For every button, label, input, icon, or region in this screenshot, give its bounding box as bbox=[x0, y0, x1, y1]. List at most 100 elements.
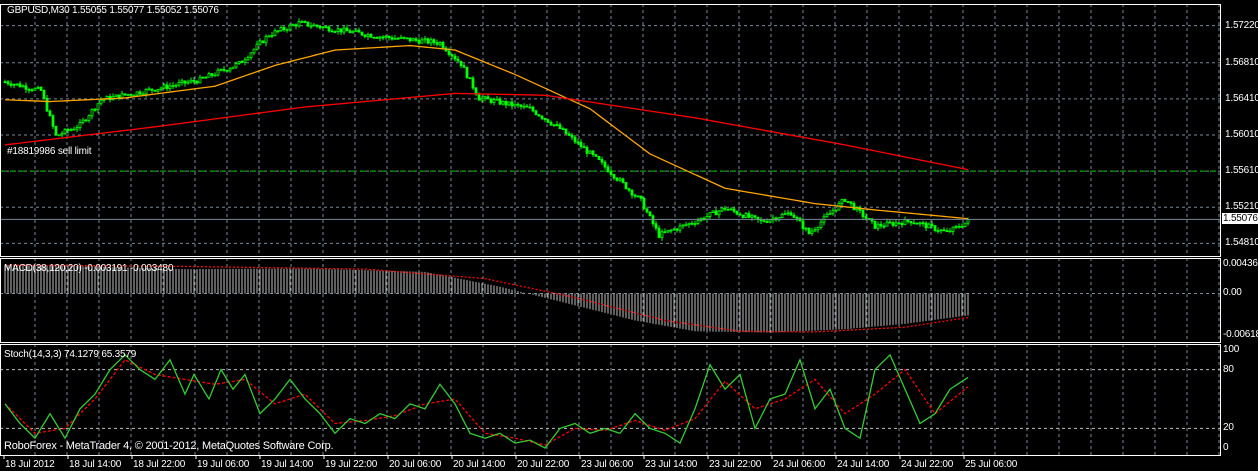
candle-body bbox=[882, 225, 886, 228]
candle-body bbox=[378, 36, 382, 39]
candle-body bbox=[369, 34, 373, 38]
candle-body bbox=[552, 124, 556, 127]
candle-body bbox=[324, 26, 328, 29]
candle-body bbox=[321, 26, 325, 29]
candle-body bbox=[318, 25, 322, 29]
macd-label: MACD(38,120,20) -0.003191 -0.003480 bbox=[4, 263, 174, 274]
candle-body bbox=[708, 212, 712, 217]
candle-body bbox=[240, 61, 244, 63]
candle-body bbox=[36, 86, 40, 89]
candle-body bbox=[219, 68, 223, 71]
candle-body bbox=[507, 101, 511, 106]
candle-body bbox=[75, 127, 79, 130]
candle-body bbox=[348, 30, 352, 34]
chart-canvas[interactable] bbox=[0, 0, 1258, 471]
candle-body bbox=[18, 83, 22, 88]
candle-body bbox=[816, 227, 820, 231]
candle-body bbox=[660, 231, 664, 238]
candle-body bbox=[270, 34, 274, 37]
candle-body bbox=[843, 199, 847, 202]
candle-body bbox=[453, 55, 457, 60]
candle-body bbox=[936, 230, 940, 232]
current-price-label: 1.55076 bbox=[1222, 213, 1258, 225]
candle-body bbox=[741, 214, 745, 218]
candle-body bbox=[366, 34, 370, 37]
candle-body bbox=[534, 110, 538, 116]
candle-body bbox=[729, 208, 733, 211]
candle-body bbox=[738, 213, 742, 216]
candle-body bbox=[840, 199, 844, 204]
candle-body bbox=[831, 210, 835, 214]
candle-body bbox=[942, 229, 946, 232]
candle-body bbox=[261, 40, 265, 44]
candle-body bbox=[813, 229, 817, 232]
candle-body bbox=[720, 207, 724, 212]
candle-body bbox=[732, 208, 736, 212]
candle-body bbox=[480, 97, 484, 101]
candle-body bbox=[510, 101, 514, 107]
candle-body bbox=[690, 222, 694, 225]
time-label: 24 Jul 06:00 bbox=[773, 459, 826, 470]
candle-body bbox=[417, 39, 421, 44]
candle-body bbox=[12, 84, 16, 86]
candle-body bbox=[834, 209, 838, 212]
candle-body bbox=[162, 84, 166, 89]
candle-body bbox=[288, 24, 292, 31]
candle-body bbox=[498, 98, 502, 105]
candle-body bbox=[879, 223, 883, 227]
candle-body bbox=[768, 219, 772, 223]
candle-body bbox=[228, 68, 232, 72]
time-label: 25 Jul 06:00 bbox=[965, 459, 1018, 470]
candle-body bbox=[6, 81, 10, 85]
candle-body bbox=[78, 122, 82, 129]
candle-body bbox=[198, 76, 202, 84]
candle-body bbox=[249, 52, 253, 58]
candle-body bbox=[927, 223, 931, 229]
candle-body bbox=[672, 228, 676, 231]
candle-body bbox=[903, 219, 907, 226]
candle-body bbox=[852, 203, 856, 211]
candle-body bbox=[888, 221, 892, 224]
candle-body bbox=[957, 225, 961, 228]
candle-body bbox=[864, 216, 868, 219]
candle-body bbox=[654, 223, 658, 229]
candle-body bbox=[90, 108, 94, 117]
candle-body bbox=[894, 222, 898, 226]
candle-body bbox=[126, 93, 130, 96]
candle-body bbox=[501, 101, 505, 105]
candle-body bbox=[696, 220, 700, 224]
footer-copyright: RoboForex - MetaTrader 4, © 2001-2012, M… bbox=[4, 440, 334, 452]
candle-body bbox=[918, 222, 922, 225]
candle-body bbox=[351, 31, 355, 34]
stoch-tick: 20 bbox=[1223, 422, 1234, 434]
candle-body bbox=[609, 171, 613, 175]
candle-body bbox=[804, 227, 808, 230]
candle-body bbox=[381, 36, 385, 39]
stoch-signal-line bbox=[4, 358, 969, 446]
candle-body bbox=[945, 230, 949, 233]
candle-body bbox=[468, 77, 472, 80]
candle-body bbox=[375, 37, 379, 39]
candle-body bbox=[63, 128, 67, 135]
candle-body bbox=[627, 188, 631, 191]
candle-body bbox=[567, 133, 571, 136]
candle-body bbox=[819, 221, 823, 228]
candle-body bbox=[687, 222, 691, 226]
price-tick: 1.57220 bbox=[1225, 19, 1258, 31]
candle-body bbox=[393, 37, 397, 40]
price-tick: 1.55610 bbox=[1225, 165, 1258, 177]
candle-body bbox=[780, 214, 784, 219]
candle-body bbox=[471, 77, 475, 89]
candle-body bbox=[582, 146, 586, 149]
candle-body bbox=[306, 21, 310, 27]
candle-body bbox=[606, 166, 610, 173]
candle-body bbox=[555, 124, 559, 127]
candle-body bbox=[333, 31, 337, 33]
candle-body bbox=[963, 222, 967, 227]
candle-body bbox=[213, 74, 217, 77]
candle-body bbox=[516, 103, 520, 106]
price-tick: 1.56410 bbox=[1225, 92, 1258, 104]
candle-body bbox=[615, 177, 619, 181]
candle-body bbox=[603, 161, 607, 168]
candle-body bbox=[69, 128, 73, 131]
